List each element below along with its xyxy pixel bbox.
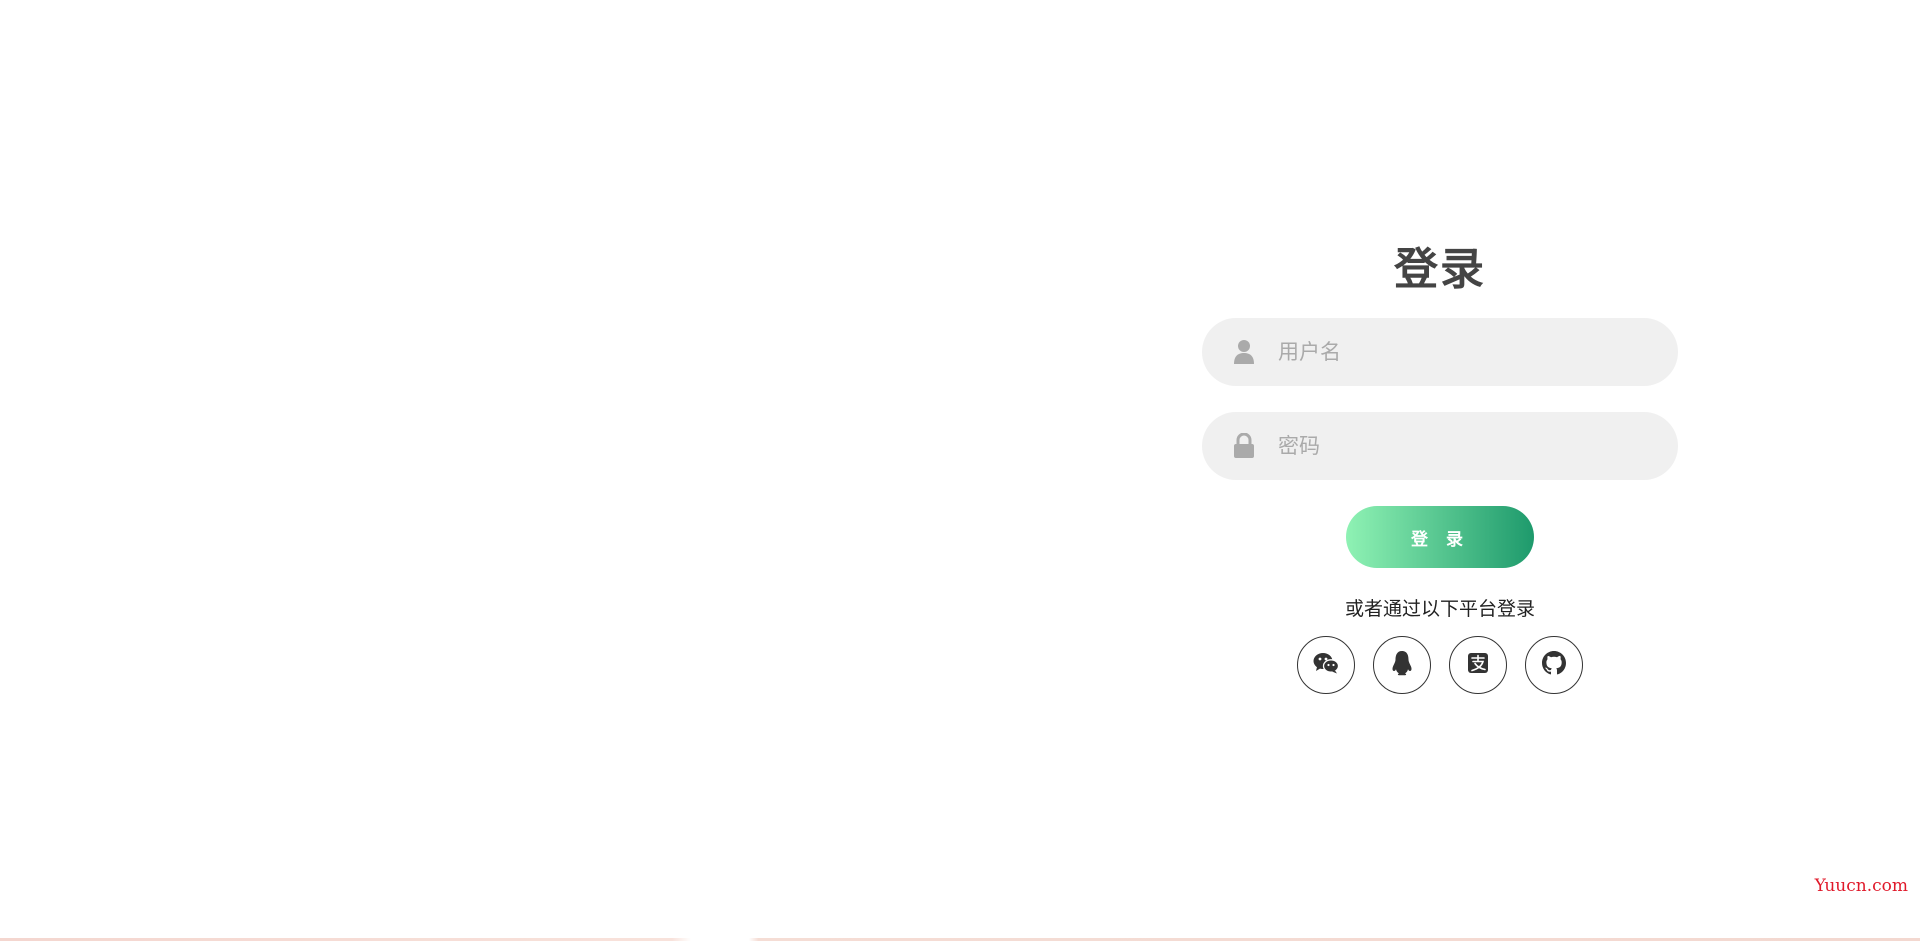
login-button[interactable]: 登 录 bbox=[1346, 506, 1534, 568]
qq-login-button[interactable] bbox=[1373, 636, 1431, 694]
password-field[interactable] bbox=[1202, 412, 1678, 480]
wechat-login-button[interactable] bbox=[1297, 636, 1355, 694]
github-icon bbox=[1542, 651, 1566, 679]
login-page: 登录 登 录 或者通过以下平台登录 bbox=[0, 0, 1920, 941]
password-input[interactable] bbox=[1276, 425, 1640, 467]
wechat-icon bbox=[1313, 652, 1340, 678]
alipay-icon bbox=[1467, 652, 1489, 678]
page-title: 登录 bbox=[1394, 244, 1486, 295]
social-login-list bbox=[1297, 636, 1583, 694]
login-form: 登录 登 录 或者通过以下平台登录 bbox=[1202, 236, 1678, 694]
watermark: Yuucn.com bbox=[1814, 876, 1908, 896]
username-input[interactable] bbox=[1276, 331, 1640, 373]
qq-penguin-icon bbox=[1391, 650, 1413, 680]
user-icon bbox=[1232, 338, 1256, 366]
alipay-login-button[interactable] bbox=[1449, 636, 1507, 694]
lock-icon bbox=[1232, 432, 1256, 460]
username-field[interactable] bbox=[1202, 318, 1678, 386]
alt-login-label: 或者通过以下平台登录 bbox=[1344, 598, 1535, 620]
github-login-button[interactable] bbox=[1525, 636, 1583, 694]
